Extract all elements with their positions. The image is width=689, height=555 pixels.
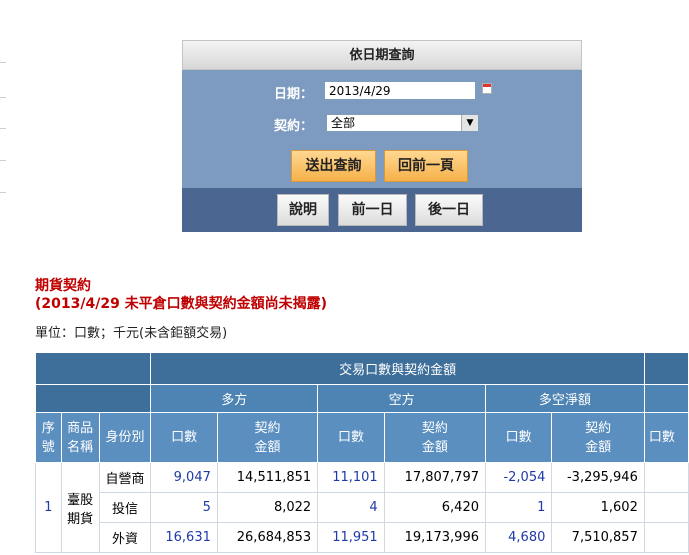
short-qty-link[interactable]: 4 [317, 492, 385, 523]
long-amount-cell: 8,022 [216, 492, 319, 523]
contract-select[interactable]: 全部 ▼ [326, 114, 479, 132]
col-product: 商品 名稱 [60, 412, 100, 463]
col-long-qty: 口數 [150, 412, 218, 463]
left-edge-line [0, 97, 6, 98]
col-net-qty: 口數 [484, 412, 553, 463]
header-blank-right [643, 384, 689, 413]
table-row: 1 臺股 期貨 自營商 9,047 14,511,851 11,101 17,80… [35, 462, 689, 553]
col-short-amount: 契約 金額 [383, 412, 487, 463]
header-blank [34, 352, 152, 385]
long-amount-cell: 26,684,853 [216, 522, 319, 553]
left-edge-line [0, 160, 6, 161]
left-edge-line [0, 192, 6, 193]
header-short: 空方 [317, 384, 486, 413]
net-amount-cell: 7,510,857 [551, 522, 645, 553]
extra-cell [643, 492, 689, 523]
col-extra-qty: 口數 [643, 412, 689, 463]
left-edge-line [0, 62, 6, 63]
date-label: 日期： [274, 87, 314, 102]
next-day-button[interactable]: 後一日 [415, 194, 483, 226]
prev-day-button[interactable]: 前一日 [338, 194, 407, 226]
net-qty-link[interactable]: -2,054 [484, 462, 553, 493]
short-amount-cell: 17,807,797 [383, 462, 487, 493]
header-blank [34, 384, 152, 413]
date-query-panel: 依日期查詢 日期： 契約： 全部 ▼ 送出查詢 回前一頁 說明 前一日 後一日 [182, 40, 582, 232]
col-net-amount: 契約 金額 [551, 412, 645, 463]
section-title: 期貨契約 [35, 278, 91, 294]
short-qty-link[interactable]: 11,101 [317, 462, 385, 493]
table-row: 外資 16,631 26,684,853 11,951 19,173,996 4… [36, 522, 689, 553]
header-net: 多空淨額 [485, 384, 645, 413]
short-amount-cell: 19,173,996 [383, 522, 487, 553]
col-long-amount: 契約 金額 [216, 412, 319, 463]
seq-cell: 1 [35, 462, 62, 553]
unit-note: 單位：口數；千元(未含鉅額交易) [35, 326, 228, 341]
extra-cell [643, 522, 689, 553]
dropdown-arrow-icon[interactable]: ▼ [461, 115, 478, 131]
col-seq: 序號 [35, 412, 62, 463]
contract-label: 契約： [274, 119, 314, 134]
left-edge-line [0, 128, 6, 129]
long-qty-link[interactable]: 16,631 [150, 522, 218, 553]
identity-cell: 自營商 [98, 462, 152, 493]
futures-table: 交易口數與契約金額 多方 空方 多空淨額 序號 商品 名稱 身份別 口數 契約 金額… [34, 352, 689, 553]
header-blank-right [643, 352, 689, 385]
short-qty-link[interactable]: 11,951 [317, 522, 385, 553]
product-cell: 臺股 期貨 [60, 462, 100, 553]
extra-cell [643, 462, 689, 493]
col-short-qty: 口數 [317, 412, 385, 463]
table-row: 投信 5 8,022 4 6,420 1 1,602 [36, 492, 689, 523]
submit-query-button[interactable]: 送出查詢 [291, 150, 376, 182]
long-amount-cell: 14,511,851 [216, 462, 319, 493]
net-amount-cell: -3,295,946 [551, 462, 645, 493]
long-qty-link[interactable]: 9,047 [150, 462, 218, 493]
long-qty-link[interactable]: 5 [150, 492, 218, 523]
contract-selected-value: 全部 [331, 116, 356, 130]
header-group: 交易口數與契約金額 [150, 352, 645, 385]
header-long: 多方 [150, 384, 319, 413]
net-qty-link[interactable]: 4,680 [484, 522, 553, 553]
col-identity: 身份別 [98, 412, 152, 463]
calendar-icon[interactable] [482, 83, 492, 94]
identity-cell: 投信 [98, 492, 152, 523]
short-amount-cell: 6,420 [383, 492, 487, 523]
identity-cell: 外資 [98, 522, 152, 553]
net-qty-link[interactable]: 1 [484, 492, 553, 523]
section-subtitle: (2013/4/29 未平倉口數與契約金額尚未揭露) [35, 296, 328, 312]
panel-title: 依日期查詢 [182, 40, 582, 70]
help-button[interactable]: 說明 [277, 194, 329, 226]
date-field[interactable] [324, 81, 476, 100]
back-button[interactable]: 回前一頁 [384, 150, 468, 182]
net-amount-cell: 1,602 [551, 492, 645, 523]
